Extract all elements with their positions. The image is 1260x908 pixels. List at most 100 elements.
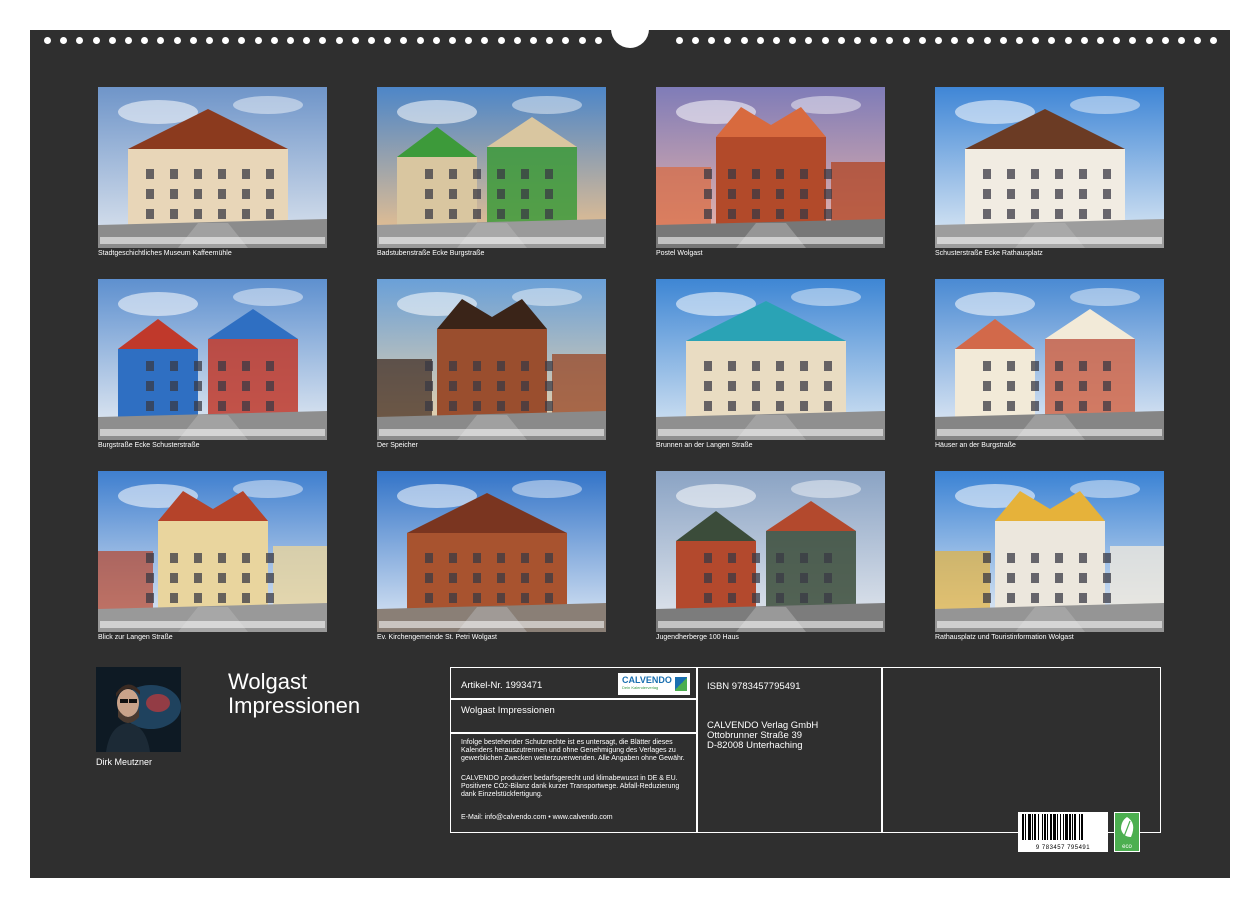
info-divider-2 <box>881 668 883 832</box>
binding-hole <box>125 37 132 44</box>
photo-caption: Häuser an der Burgstraße <box>935 442 1016 449</box>
binding-hole <box>935 37 942 44</box>
binding-hole <box>287 37 294 44</box>
binding-hole <box>983 37 991 44</box>
binding-hole <box>108 37 116 44</box>
photo-caption: Brunnen an der Langen Straße <box>656 442 753 449</box>
photo-caption: Rathausplatz und Touristinformation Wolg… <box>935 634 1074 641</box>
binding-hole <box>157 37 165 44</box>
photo-caption: Postel Wolgast <box>656 250 703 257</box>
binding-hole <box>432 37 440 44</box>
binding-hole <box>594 37 602 44</box>
binding-hole <box>918 37 926 44</box>
calendar-date-strip <box>100 429 325 436</box>
info-hline-1 <box>451 698 696 700</box>
month-photo <box>98 471 327 632</box>
logo-flag-icon <box>675 677 687 691</box>
binding-hole <box>837 37 845 44</box>
binding-hole <box>1210 37 1218 44</box>
binding-hole <box>44 37 51 44</box>
binding-hole <box>270 37 278 44</box>
info-hline-2 <box>451 732 696 734</box>
photo-caption: Burgstraße Ecke Schusterstraße <box>98 442 200 449</box>
binding-hole <box>740 37 748 44</box>
binding-hole <box>481 37 489 44</box>
eco-leaf-icon: eco <box>1114 812 1140 852</box>
month-photo <box>935 87 1164 248</box>
month-photo <box>656 87 885 248</box>
binding-hole <box>789 37 797 44</box>
month-photo <box>935 471 1164 632</box>
binding-hole <box>1194 37 1202 44</box>
author-portrait <box>96 667 181 752</box>
month-photo <box>935 279 1164 440</box>
binding-hole <box>951 37 959 44</box>
product-info-box: Artikel-Nr. 1993471 CALVENDO Dein Kalend… <box>450 667 1161 852</box>
binding-hole <box>821 37 829 44</box>
binding-hole <box>708 37 716 44</box>
binding-hole <box>319 37 327 44</box>
binding-hole <box>465 37 473 44</box>
calendar-back-sheet: Stadtgeschichtliches Museum Kaffeemühle … <box>30 18 1230 878</box>
eco-notice: CALVENDO produziert bedarfsgerecht und k… <box>461 775 680 798</box>
binding-hole <box>189 37 197 44</box>
logo-text: CALVENDO <box>622 675 672 685</box>
binding-hole <box>368 37 375 44</box>
info-divider-1 <box>696 668 698 832</box>
binding-hole <box>1161 37 1169 44</box>
binding-hole <box>773 37 780 44</box>
product-title: Wolgast Impressionen <box>461 705 555 716</box>
binding-hole <box>92 37 100 44</box>
binding-hole <box>335 37 343 44</box>
binding-hole <box>1064 37 1072 44</box>
binding-hole <box>578 37 586 44</box>
binding-hole <box>886 37 894 44</box>
month-photo <box>98 87 327 248</box>
binding-hole <box>854 37 861 44</box>
binding-hole <box>141 37 149 44</box>
binding-hole <box>254 37 262 44</box>
binding-hole <box>60 37 68 44</box>
barcode: 9 783457 795491 <box>1018 812 1108 852</box>
binding-hole <box>384 37 392 44</box>
binding-hole <box>756 37 764 44</box>
binding-hole <box>870 37 878 44</box>
photo-caption: Schusterstraße Ecke Rathausplatz <box>935 250 1043 257</box>
calendar-date-strip <box>937 237 1162 244</box>
binding-hole <box>675 37 683 44</box>
binding-hole <box>238 37 246 44</box>
photo-caption: Der Speicher <box>377 442 418 449</box>
binding-hole <box>449 37 456 44</box>
binding-hole <box>902 37 910 44</box>
month-photo <box>377 471 606 632</box>
binding-hole <box>562 37 570 44</box>
binding-hole <box>497 37 505 44</box>
author-name: Dirk Meutzner <box>96 757 153 767</box>
binding-hole <box>1048 37 1056 44</box>
binding-hole <box>351 37 359 44</box>
month-photo <box>377 87 606 248</box>
photo-caption: Badstubenstraße Ecke Burgstraße <box>377 250 485 257</box>
photo-caption: Ev. Kirchengemeinde St. Petri Wolgast <box>377 634 497 641</box>
calvendo-logo: CALVENDO Dein Kalenderverlag <box>618 673 690 695</box>
legal-notice: Infolge bestehender Schutzrechte ist es … <box>461 739 685 762</box>
binding-hole <box>1178 37 1185 44</box>
month-photo <box>377 279 606 440</box>
eco-label: eco <box>1122 844 1132 850</box>
binding-hole <box>206 37 213 44</box>
calendar-date-strip <box>379 621 604 628</box>
binding-hole <box>222 37 230 44</box>
title-line-2: Impressionen <box>228 693 361 718</box>
month-photo <box>656 279 885 440</box>
calendar-date-strip <box>379 429 604 436</box>
binding-hole <box>416 37 424 44</box>
binding-hole <box>999 37 1007 44</box>
binding-hole <box>530 37 537 44</box>
calendar-date-strip <box>100 237 325 244</box>
calendar-date-strip <box>937 621 1162 628</box>
isbn: ISBN 9783457795491 <box>707 681 801 692</box>
binding-hole <box>546 37 554 44</box>
binding-hole <box>173 37 181 44</box>
month-photo <box>98 279 327 440</box>
binding-hole <box>967 37 975 44</box>
